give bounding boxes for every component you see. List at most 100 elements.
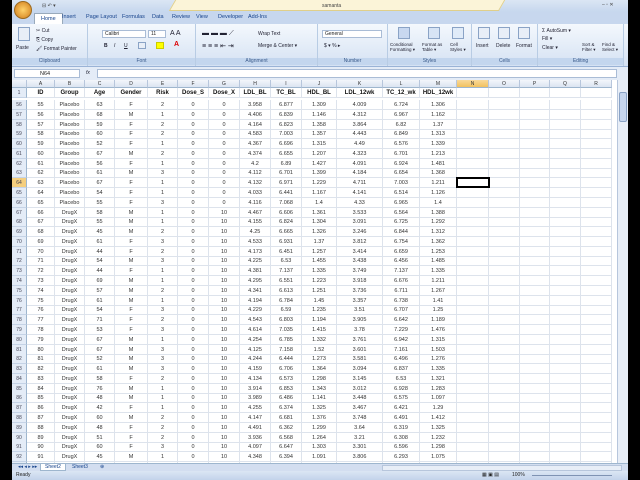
cell[interactable]: 10 [209, 452, 240, 463]
cell[interactable]: 10 [209, 236, 240, 247]
cell[interactable]: 52 [85, 354, 115, 365]
cell[interactable]: 6.564 [383, 207, 420, 218]
cell[interactable] [457, 227, 489, 238]
cell[interactable]: 0 [178, 432, 209, 443]
cell[interactable]: 0 [178, 295, 209, 306]
row-header[interactable]: 67 [12, 207, 27, 218]
cell[interactable]: 3.533 [337, 207, 383, 218]
column-title-cell[interactable]: TC_BL [271, 88, 302, 98]
cell[interactable] [457, 266, 489, 277]
wrap-text-button[interactable]: Wrap Text [258, 31, 280, 37]
cell[interactable]: 61 [85, 295, 115, 306]
row-header[interactable]: 91 [12, 442, 27, 453]
cell[interactable]: 0 [178, 188, 209, 199]
cell[interactable] [489, 129, 520, 140]
cell[interactable]: 6.53 [271, 256, 302, 267]
cell[interactable]: 1 [148, 178, 178, 189]
row-header[interactable]: 71 [12, 246, 27, 257]
cell[interactable]: 10 [209, 442, 240, 453]
cell[interactable] [581, 148, 612, 159]
cell[interactable]: 6.659 [383, 246, 420, 257]
cell[interactable] [489, 393, 520, 404]
cell[interactable] [489, 246, 520, 257]
cell[interactable]: 10 [209, 207, 240, 218]
cell[interactable] [550, 168, 581, 179]
cell[interactable]: 6.655 [271, 148, 302, 159]
cell[interactable]: 1.388 [420, 207, 457, 218]
cell[interactable]: Placebo [55, 168, 85, 179]
cell[interactable]: 3 [148, 344, 178, 355]
cell[interactable]: 3.246 [337, 227, 383, 238]
cell[interactable]: 0 [209, 158, 240, 169]
cell[interactable] [550, 100, 581, 110]
cell[interactable]: 62 [27, 168, 55, 179]
cell[interactable]: 3 [148, 324, 178, 335]
cell[interactable]: 3.012 [337, 383, 383, 394]
cell[interactable]: 1.368 [420, 168, 457, 179]
cell[interactable]: DrugX [55, 334, 85, 345]
autosum-button[interactable]: Σ AutoSum ▾ [542, 28, 571, 34]
cell[interactable] [520, 266, 550, 277]
cell[interactable]: DrugX [55, 276, 85, 287]
cell[interactable]: 0 [178, 148, 209, 159]
cell[interactable]: 52 [85, 139, 115, 150]
cell[interactable]: 1 [148, 158, 178, 169]
cell[interactable]: 10 [209, 393, 240, 404]
cell[interactable]: 0 [209, 109, 240, 120]
cell[interactable]: 86 [27, 403, 55, 414]
cell[interactable]: 64 [27, 188, 55, 199]
cell[interactable]: M [115, 109, 148, 120]
cell[interactable]: 4.312 [337, 109, 383, 120]
cell[interactable] [550, 422, 581, 433]
cell[interactable]: 6.967 [383, 109, 420, 120]
cell[interactable] [581, 422, 612, 433]
column-title-cell[interactable]: Dose_X [209, 88, 240, 98]
cell[interactable] [489, 373, 520, 384]
cell[interactable] [520, 442, 550, 453]
cell[interactable]: DrugX [55, 256, 85, 267]
cell[interactable] [489, 266, 520, 277]
cell[interactable]: 4.583 [240, 129, 271, 140]
cell[interactable]: 0 [178, 246, 209, 257]
column-title-cell[interactable]: Risk [148, 88, 178, 98]
quick-access-toolbar[interactable]: ⊟ ↶ ▾ [42, 3, 56, 9]
cell[interactable]: 1.299 [302, 422, 337, 433]
cell[interactable]: 54 [85, 188, 115, 199]
cell[interactable]: 6.754 [383, 236, 420, 247]
cell[interactable]: 1.162 [420, 109, 457, 120]
cell[interactable]: 3.761 [337, 334, 383, 345]
cell[interactable]: 1.253 [420, 246, 457, 257]
fill-button[interactable]: Fill ▾ [542, 36, 552, 42]
cell[interactable]: M [115, 393, 148, 404]
cell[interactable] [520, 119, 550, 130]
cell[interactable] [550, 188, 581, 199]
column-header-L[interactable]: L [383, 80, 420, 88]
cell[interactable]: 58 [85, 207, 115, 218]
cell[interactable]: 1.399 [302, 168, 337, 179]
cell[interactable] [550, 324, 581, 335]
cell[interactable]: 1.321 [420, 373, 457, 384]
cell[interactable]: 6.681 [271, 412, 302, 423]
column-header-N[interactable]: N [457, 80, 489, 88]
cell[interactable]: 1.52 [302, 344, 337, 355]
cell[interactable]: 4.125 [240, 344, 271, 355]
cell[interactable]: 68 [85, 109, 115, 120]
cell[interactable]: 2 [148, 246, 178, 257]
cell[interactable] [520, 452, 550, 463]
cell[interactable]: 4.543 [240, 315, 271, 326]
cell[interactable]: M [115, 256, 148, 267]
cell[interactable]: 6.613 [271, 285, 302, 296]
cell[interactable]: 7.137 [271, 266, 302, 277]
cell[interactable]: 69 [85, 276, 115, 287]
cell[interactable] [581, 344, 612, 355]
cell[interactable]: Placebo [55, 188, 85, 199]
cell[interactable]: 54 [85, 256, 115, 267]
cell[interactable]: 6.575 [383, 393, 420, 404]
cell[interactable]: 1.455 [302, 256, 337, 267]
cell[interactable]: 61 [85, 364, 115, 375]
cell[interactable]: 0 [178, 383, 209, 394]
tab-view[interactable]: View [196, 14, 208, 20]
cell[interactable]: 60 [85, 129, 115, 140]
cell[interactable]: F [115, 100, 148, 110]
cell[interactable] [550, 197, 581, 208]
